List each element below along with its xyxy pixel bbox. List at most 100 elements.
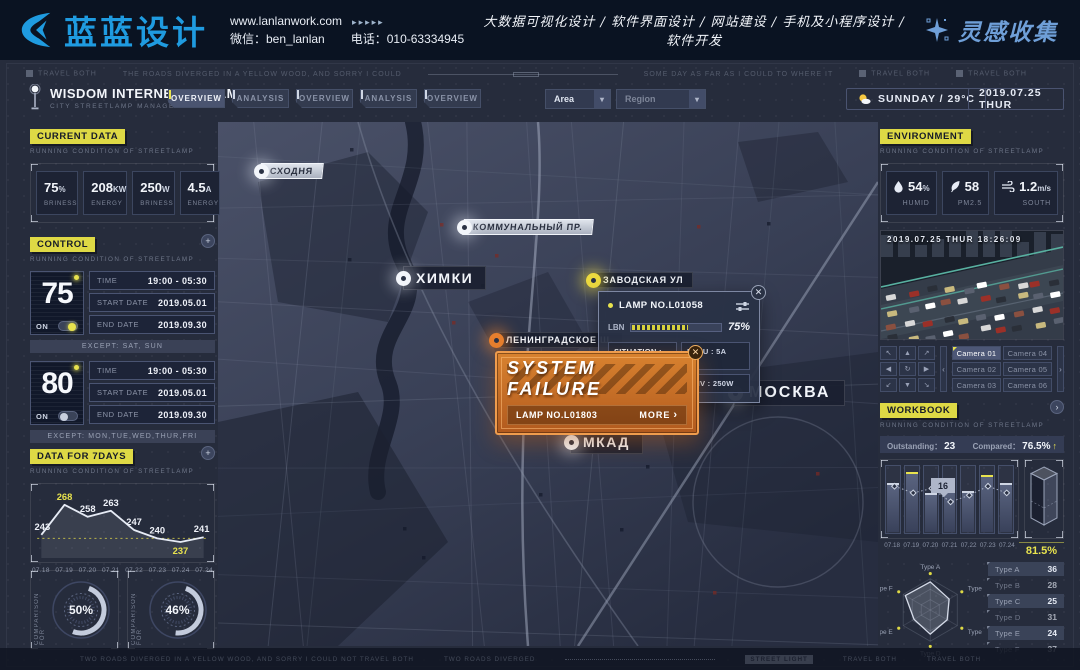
workbook-x-labels: 07.1807.19 07.2007.21 07.2207.23 07.24 xyxy=(880,542,1019,557)
tab-overview-1[interactable]: OVERVIEW xyxy=(168,89,225,108)
type-row-b[interactable]: Type B28 xyxy=(988,578,1064,592)
chevron-right-icon: › xyxy=(673,409,678,421)
banner-contact: www.lanlanwork.com▸▸▸▸▸ 微信：ben_lanlan电话：… xyxy=(230,13,464,48)
power-toggle[interactable] xyxy=(58,411,78,421)
streetlamp-icon xyxy=(28,84,42,112)
tab-analysis-1[interactable]: ANALYSIS xyxy=(232,89,289,108)
stat-pm25: 58 PM2.5 xyxy=(942,171,990,215)
map-location-zavodskaya[interactable]: ЗАВОДСКАЯ УЛ xyxy=(586,272,693,288)
map-location-khimki[interactable]: ХИМКИ xyxy=(396,266,486,290)
compared-value: 76.5% xyxy=(1022,441,1050,452)
reset-view-button[interactable]: ↻ xyxy=(899,362,916,376)
environment-stats: 54% HUMID 58 PM2.5 xyxy=(880,163,1064,223)
map-location-kommunalny[interactable]: КОММУНАЛЬНЫЙ ПР. xyxy=(457,219,593,235)
street-light-badge: STREET LIGHT xyxy=(745,655,812,664)
add-icon[interactable]: + xyxy=(201,234,215,248)
control-row-end[interactable]: END DATE2019.09.30 xyxy=(89,405,215,424)
app-root: 蓝蓝设计 www.lanlanwork.com▸▸▸▸▸ 微信：ben_lanl… xyxy=(0,0,1080,670)
region-select[interactable]: Region ▾ xyxy=(616,89,706,109)
footer-dotline xyxy=(565,659,715,660)
decor-travel: TRAVEL BOTH xyxy=(26,70,97,77)
lamp-pin-icon[interactable] xyxy=(254,164,269,179)
camera-03-button[interactable]: Camera 03 xyxy=(952,378,1001,392)
decor-slider xyxy=(428,74,618,75)
stat-humidity: 54% HUMID xyxy=(886,171,937,215)
lamp-pin-icon[interactable] xyxy=(396,271,411,286)
pan-down-right-button[interactable]: ↘ xyxy=(918,378,935,392)
city-map[interactable]: СХОДНЯ КОММУНАЛЬНЫЙ ПР. ХИМКИ ЗАВОДСКАЯ … xyxy=(218,122,878,646)
control-row-end[interactable]: END DATE2019.09.30 xyxy=(89,315,215,334)
banner-services: 大数据可视化设计 / 软件界面设计 / 网站建设 / 手机及小程序设计 / 软件… xyxy=(464,11,924,49)
type-row-a[interactable]: Type A36 xyxy=(988,562,1064,576)
sliders-icon[interactable] xyxy=(735,301,750,311)
lamp-pin-icon[interactable] xyxy=(457,220,472,235)
pan-right-button[interactable]: ▶ xyxy=(918,362,935,376)
camera-02-button[interactable]: Camera 02 xyxy=(952,362,1001,376)
panel-control: CONTROL + RUNNING CONDITION OF STREETLAM… xyxy=(30,234,215,443)
decor-marquee: TRAVEL BOTH THE ROADS DIVERGED IN A YELL… xyxy=(26,65,1054,83)
tab-overview-3[interactable]: OVERVIEW xyxy=(424,89,481,108)
chevron-down-icon[interactable]: ▾ xyxy=(594,90,610,108)
camera-06-button[interactable]: Camera 06 xyxy=(1003,378,1052,392)
title-bar: WISDOM INTERNET OF LAMP CITY STREETLAMP … xyxy=(24,84,1064,118)
lamp-pin-orange-icon[interactable] xyxy=(489,333,504,348)
banner-collect: 灵感收集 xyxy=(924,13,1058,47)
pan-left-button[interactable]: ◀ xyxy=(880,362,897,376)
svg-text:237: 237 xyxy=(173,546,189,556)
control-row-start[interactable]: START DATE2019.05.01 xyxy=(89,383,215,402)
lbn-label: LBN xyxy=(608,323,624,332)
location-label: КОММУНАЛЬНЫЙ ПР. xyxy=(462,219,593,235)
type-row-d[interactable]: Type D31 xyxy=(988,610,1064,624)
stat-energy-a: 4.5A ENERGY xyxy=(180,171,220,215)
lanlan-logo-text: 蓝蓝设计 xyxy=(64,6,208,54)
more-button[interactable]: MORE› xyxy=(639,409,678,421)
lamp-pin-yellow-icon[interactable] xyxy=(586,273,601,288)
tab-overview-2[interactable]: OVERVIEW xyxy=(296,89,353,108)
control-row-time[interactable]: TIME19:00 - 05:30 xyxy=(89,271,215,290)
panel-comparison: COMPARISON FOR 50% COMPARISON FOR 46% xyxy=(30,570,215,650)
panel-title-badge: WORKBOOK xyxy=(880,403,957,418)
pan-up-right-button[interactable]: ↗ xyxy=(918,346,935,360)
pan-up-left-button[interactable]: ↖ xyxy=(880,346,897,360)
panel-subtitle: RUNNING CONDITION OF STREETLAMP xyxy=(30,256,215,263)
pan-down-button[interactable]: ▼ xyxy=(899,378,916,392)
close-icon[interactable]: ✕ xyxy=(688,345,703,360)
gauge-value: 50% xyxy=(49,578,113,642)
panel-camera: 2019.07.25 THUR 18:26:09 ↖ ▲ ↗ xyxy=(880,230,1064,392)
close-icon[interactable]: ✕ xyxy=(751,285,766,300)
gauge-label: COMPARISON FOR xyxy=(34,575,46,645)
brightness-setpoint: 75 ON xyxy=(30,271,84,335)
panel-current-data: CURRENT DATA RUNNING CONDITION OF STREET… xyxy=(30,126,215,223)
camera-dpad: ↖ ▲ ↗ ◀ ↻ ▶ ↙ ▼ ↘ xyxy=(880,346,935,392)
map-location-skhodnya[interactable]: СХОДНЯ xyxy=(254,163,323,179)
camera-view[interactable]: 2019.07.25 THUR 18:26:09 xyxy=(880,230,1064,340)
current-data-stats: 75% BRINESS 208KW ENERGY 250W BRINESS 4.… xyxy=(30,163,215,223)
banner-arrows: ▸▸▸▸▸ xyxy=(352,17,385,27)
lbn-value: 75% xyxy=(728,321,750,333)
type-row-c[interactable]: Type C25 xyxy=(988,594,1064,608)
panel-environment: ENVIRONMENT RUNNING CONDITION OF STREETL… xyxy=(880,126,1064,223)
lamp-pin-icon[interactable] xyxy=(564,435,579,450)
power-toggle[interactable] xyxy=(58,321,78,331)
camera-prev-button[interactable]: ‹ xyxy=(940,346,947,392)
area-select[interactable]: Area ▾ xyxy=(545,89,611,109)
except-bar: EXCEPT: MON,TUE,WED,THUR,FRI xyxy=(30,430,215,443)
decor-footer: TWO ROADS DIVERGED IN A YELLOW WOOD, AND… xyxy=(0,648,1080,670)
camera-01-button[interactable]: Camera 01 xyxy=(952,346,1001,360)
camera-04-button[interactable]: Camera 04 xyxy=(1003,346,1052,360)
banner-website[interactable]: www.lanlanwork.com xyxy=(230,14,342,28)
pan-down-left-button[interactable]: ↙ xyxy=(880,378,897,392)
footer-travel2: TRAVEL BOTH xyxy=(927,656,981,663)
camera-05-button[interactable]: Camera 05 xyxy=(1003,362,1052,376)
state-label: ON xyxy=(36,322,48,331)
svg-text:258: 258 xyxy=(80,504,96,514)
chevron-right-icon[interactable]: › xyxy=(1050,400,1064,414)
control-row-start[interactable]: START DATE2019.05.01 xyxy=(89,293,215,312)
type-row-e[interactable]: Type E24 xyxy=(988,626,1064,640)
chevron-down-icon[interactable]: ▾ xyxy=(689,90,705,108)
add-icon[interactable]: + xyxy=(201,446,215,460)
tab-analysis-2[interactable]: ANALYSIS xyxy=(360,89,417,108)
pan-up-button[interactable]: ▲ xyxy=(899,346,916,360)
control-row-time[interactable]: TIME19:00 - 05:30 xyxy=(89,361,215,380)
camera-next-button[interactable]: › xyxy=(1057,346,1064,392)
